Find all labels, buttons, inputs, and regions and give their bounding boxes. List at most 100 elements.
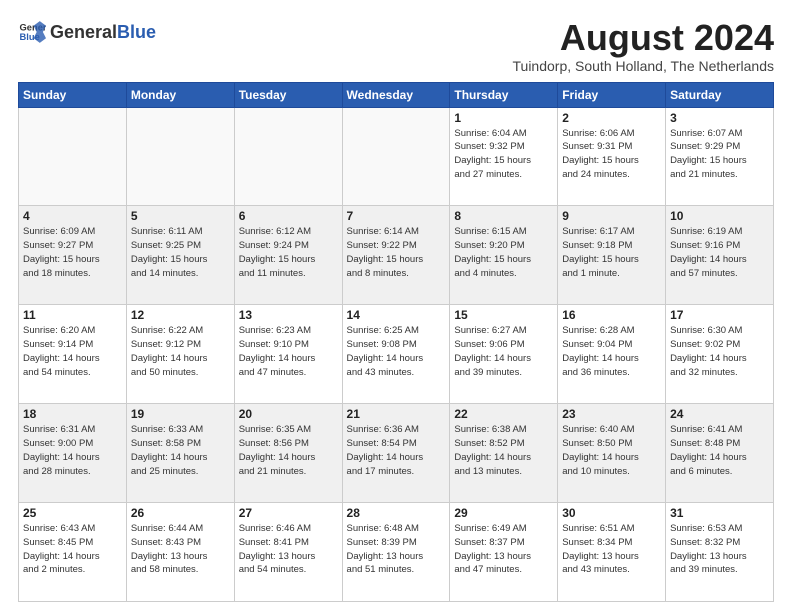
day-info: Sunrise: 6:53 AM Sunset: 8:32 PM Dayligh…: [670, 522, 769, 577]
day-number: 6: [239, 209, 338, 223]
table-row: 8Sunrise: 6:15 AM Sunset: 9:20 PM Daylig…: [450, 206, 558, 305]
table-row: 23 Sunrise: 6:40 AM Sunset: 8:50 PM Dayli…: [558, 404, 666, 503]
day-number: 1: [454, 111, 553, 125]
table-row: 20 Sunrise: 6:35 AM Sunset: 8:56 PM Dayli…: [234, 404, 342, 503]
day-number: 2: [562, 111, 661, 125]
col-wednesday: Wednesday: [342, 82, 450, 107]
day-info: Sunrise: 6:22 AM Sunset: 9:12 PM Dayligh…: [131, 324, 230, 379]
table-row: 25 Sunrise: 6:43 AM Sunset: 8:45 PM Dayli…: [19, 503, 127, 602]
day-number: 24: [670, 407, 769, 421]
day-number: 28: [347, 506, 446, 520]
table-row: 21 Sunrise: 6:36 AM Sunset: 8:54 PM Dayli…: [342, 404, 450, 503]
calendar-table: Sunday Monday Tuesday Wednesday Thursday…: [18, 82, 774, 602]
table-row: 15Sunrise: 6:27 AM Sunset: 9:06 PM Dayli…: [450, 305, 558, 404]
calendar-week-4: 18 Sunrise: 6:31 AM Sunset: 9:00 PM Dayli…: [19, 404, 774, 503]
day-info: Sunrise: 6:23 AM Sunset: 9:10 PM Dayligh…: [239, 324, 338, 379]
day-info: Sunrise: 6:44 AM Sunset: 8:43 PM Dayligh…: [131, 522, 230, 577]
table-row: 12 Sunrise: 6:22 AM Sunset: 9:12 PM Dayli…: [126, 305, 234, 404]
day-info: Sunrise: 6:46 AM Sunset: 8:41 PM Dayligh…: [239, 522, 338, 577]
day-info: Sunrise: 6:06 AM Sunset: 9:31 PM Dayligh…: [562, 127, 661, 182]
day-info: Sunrise: 6:28 AM Sunset: 9:04 PM Dayligh…: [562, 324, 661, 379]
day-info: Sunrise: 6:27 AM Sunset: 9:06 PM Dayligh…: [454, 324, 553, 379]
calendar-week-5: 25 Sunrise: 6:43 AM Sunset: 8:45 PM Dayli…: [19, 503, 774, 602]
day-number: 22: [454, 407, 553, 421]
day-number: 18: [23, 407, 122, 421]
location: Tuindorp, South Holland, The Netherlands: [513, 58, 775, 74]
day-info: Sunrise: 6:35 AM Sunset: 8:56 PM Dayligh…: [239, 423, 338, 478]
day-number: 29: [454, 506, 553, 520]
table-row: 1Sunrise: 6:04 AM Sunset: 9:32 PM Daylig…: [450, 107, 558, 206]
table-row: 6 Sunrise: 6:12 AM Sunset: 9:24 PM Daylig…: [234, 206, 342, 305]
table-row: [234, 107, 342, 206]
day-number: 9: [562, 209, 661, 223]
day-info: Sunrise: 6:49 AM Sunset: 8:37 PM Dayligh…: [454, 522, 553, 577]
day-number: 10: [670, 209, 769, 223]
day-info: Sunrise: 6:31 AM Sunset: 9:00 PM Dayligh…: [23, 423, 122, 478]
day-info: Sunrise: 6:30 AM Sunset: 9:02 PM Dayligh…: [670, 324, 769, 379]
table-row: [126, 107, 234, 206]
day-number: 19: [131, 407, 230, 421]
day-number: 16: [562, 308, 661, 322]
month-title: August 2024: [513, 18, 775, 58]
col-monday: Monday: [126, 82, 234, 107]
day-number: 23: [562, 407, 661, 421]
table-row: 17Sunrise: 6:30 AM Sunset: 9:02 PM Dayli…: [666, 305, 774, 404]
table-row: 5 Sunrise: 6:11 AM Sunset: 9:25 PM Daylig…: [126, 206, 234, 305]
table-row: 10 Sunrise: 6:19 AM Sunset: 9:16 PM Dayli…: [666, 206, 774, 305]
col-friday: Friday: [558, 82, 666, 107]
day-number: 31: [670, 506, 769, 520]
table-row: 28Sunrise: 6:48 AM Sunset: 8:39 PM Dayli…: [342, 503, 450, 602]
table-row: 7 Sunrise: 6:14 AM Sunset: 9:22 PM Daylig…: [342, 206, 450, 305]
logo: General Blue GeneralBlue: [18, 18, 156, 46]
table-row: 18 Sunrise: 6:31 AM Sunset: 9:00 PM Dayli…: [19, 404, 127, 503]
day-info: Sunrise: 6:33 AM Sunset: 8:58 PM Dayligh…: [131, 423, 230, 478]
day-info: Sunrise: 6:41 AM Sunset: 8:48 PM Dayligh…: [670, 423, 769, 478]
day-info: Sunrise: 6:51 AM Sunset: 8:34 PM Dayligh…: [562, 522, 661, 577]
day-number: 13: [239, 308, 338, 322]
day-info: Sunrise: 6:19 AM Sunset: 9:16 PM Dayligh…: [670, 225, 769, 280]
table-row: 27 Sunrise: 6:46 AM Sunset: 8:41 PM Dayli…: [234, 503, 342, 602]
table-row: 29 Sunrise: 6:49 AM Sunset: 8:37 PM Dayli…: [450, 503, 558, 602]
day-info: Sunrise: 6:09 AM Sunset: 9:27 PM Dayligh…: [23, 225, 122, 280]
day-info: Sunrise: 6:43 AM Sunset: 8:45 PM Dayligh…: [23, 522, 122, 577]
day-info: Sunrise: 6:36 AM Sunset: 8:54 PM Dayligh…: [347, 423, 446, 478]
day-info: Sunrise: 6:07 AM Sunset: 9:29 PM Dayligh…: [670, 127, 769, 182]
table-row: 11 Sunrise: 6:20 AM Sunset: 9:14 PM Dayli…: [19, 305, 127, 404]
table-row: [19, 107, 127, 206]
day-info: Sunrise: 6:17 AM Sunset: 9:18 PM Dayligh…: [562, 225, 661, 280]
day-number: 7: [347, 209, 446, 223]
day-number: 25: [23, 506, 122, 520]
logo-blue-text: Blue: [117, 22, 156, 42]
col-tuesday: Tuesday: [234, 82, 342, 107]
calendar-week-2: 4 Sunrise: 6:09 AM Sunset: 9:27 PM Daylig…: [19, 206, 774, 305]
day-number: 5: [131, 209, 230, 223]
table-row: 31 Sunrise: 6:53 AM Sunset: 8:32 PM Dayli…: [666, 503, 774, 602]
day-number: 27: [239, 506, 338, 520]
day-number: 20: [239, 407, 338, 421]
page-header: General Blue GeneralBlue August 2024 Tui…: [18, 18, 774, 74]
table-row: 30Sunrise: 6:51 AM Sunset: 8:34 PM Dayli…: [558, 503, 666, 602]
day-info: Sunrise: 6:12 AM Sunset: 9:24 PM Dayligh…: [239, 225, 338, 280]
table-row: 13 Sunrise: 6:23 AM Sunset: 9:10 PM Dayli…: [234, 305, 342, 404]
day-info: Sunrise: 6:14 AM Sunset: 9:22 PM Dayligh…: [347, 225, 446, 280]
day-info: Sunrise: 6:40 AM Sunset: 8:50 PM Dayligh…: [562, 423, 661, 478]
calendar-week-1: 1Sunrise: 6:04 AM Sunset: 9:32 PM Daylig…: [19, 107, 774, 206]
day-number: 4: [23, 209, 122, 223]
col-saturday: Saturday: [666, 82, 774, 107]
table-row: 4 Sunrise: 6:09 AM Sunset: 9:27 PM Daylig…: [19, 206, 127, 305]
day-number: 12: [131, 308, 230, 322]
day-number: 21: [347, 407, 446, 421]
calendar-header-row: Sunday Monday Tuesday Wednesday Thursday…: [19, 82, 774, 107]
table-row: 19 Sunrise: 6:33 AM Sunset: 8:58 PM Dayli…: [126, 404, 234, 503]
table-row: 24 Sunrise: 6:41 AM Sunset: 8:48 PM Dayli…: [666, 404, 774, 503]
table-row: 2 Sunrise: 6:06 AM Sunset: 9:31 PM Daylig…: [558, 107, 666, 206]
table-row: 22 Sunrise: 6:38 AM Sunset: 8:52 PM Dayli…: [450, 404, 558, 503]
day-info: Sunrise: 6:20 AM Sunset: 9:14 PM Dayligh…: [23, 324, 122, 379]
table-row: 26 Sunrise: 6:44 AM Sunset: 8:43 PM Dayli…: [126, 503, 234, 602]
day-number: 11: [23, 308, 122, 322]
day-info: Sunrise: 6:38 AM Sunset: 8:52 PM Dayligh…: [454, 423, 553, 478]
day-number: 26: [131, 506, 230, 520]
logo-general-text: General: [50, 22, 117, 42]
day-info: Sunrise: 6:11 AM Sunset: 9:25 PM Dayligh…: [131, 225, 230, 280]
table-row: 3Sunrise: 6:07 AM Sunset: 9:29 PM Daylig…: [666, 107, 774, 206]
